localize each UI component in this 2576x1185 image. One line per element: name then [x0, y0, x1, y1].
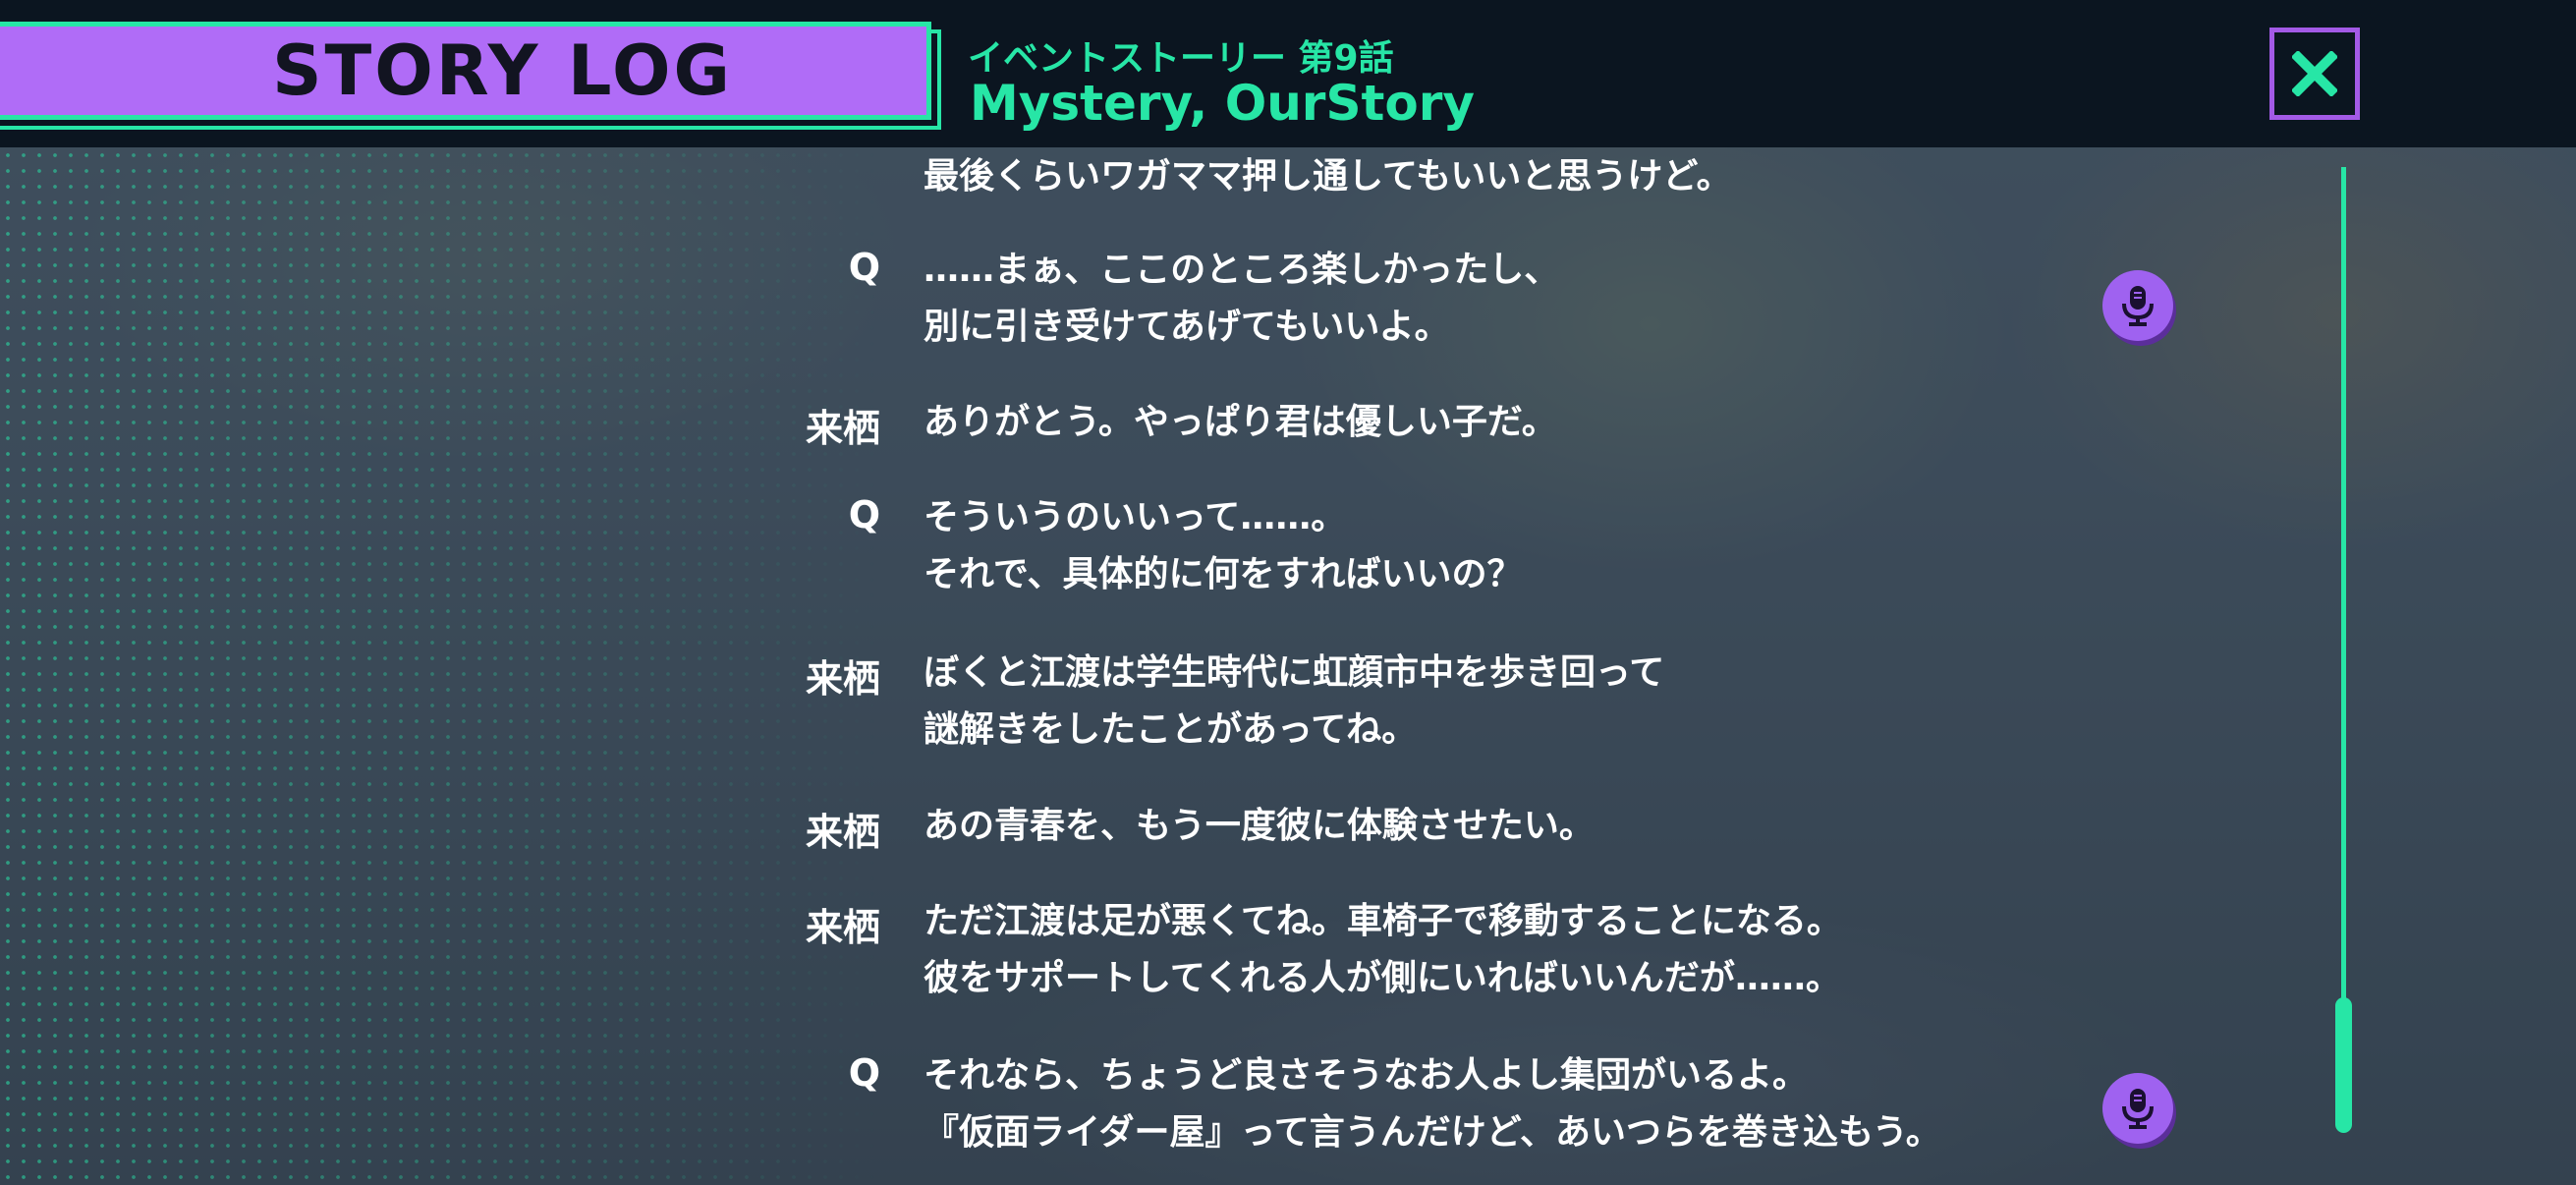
microphone-icon: [2122, 1089, 2154, 1129]
speaker-name: Q: [766, 1051, 885, 1095]
speaker-name: 来栖: [766, 398, 885, 452]
log-entry: Q ……まぁ、ここのところ楽しかったし、 別に引き受けてあげてもいいよ。: [0, 246, 2358, 347]
dialogue-text: ぼくと江渡は学生時代に虹顔市中を歩き回って 謎解きをしたことがあってね。: [924, 652, 1665, 750]
log-entry: 来栖 ありがとう。やっぱり君は優しい子だ。: [0, 398, 2358, 496]
dialogue-text: そういうのいいって……。 それで、具体的に何をすればいいの？: [924, 497, 1523, 594]
episode-title: Mystery, OurStory: [970, 75, 1475, 132]
episode-label: イベントストーリー 第9話: [968, 38, 1394, 79]
log-entry: 最後くらいワガママ押し通してもいいと思うけど。: [0, 152, 2358, 251]
header-bar: STORY LOG イベントストーリー 第9話 Mystery, OurStor…: [0, 0, 2576, 147]
log-entry: Q それなら、ちょうど良さそうなお人よし集団がいるよ。 『仮面ライダー屋』って言…: [0, 1051, 2358, 1153]
title-plate: STORY LOG: [0, 22, 931, 120]
log-entry: 来栖 ぼくと江渡は学生時代に虹顔市中を歩き回って 謎解きをしたことがあってね。: [0, 649, 2358, 750]
dialogue-text: ありがとう。やっぱり君は優しい子だ。: [924, 402, 1557, 442]
log-entry: 来栖 あの青春を、もう一度彼に体験させたい。: [0, 802, 2358, 900]
dialogue-text: ただ江渡は足が悪くてね。車椅子で移動することになる。 彼をサポートしてくれる人が…: [924, 901, 1842, 998]
close-icon: [2292, 51, 2337, 96]
scrollbar-track[interactable]: [2341, 167, 2346, 1130]
speaker-name: 来栖: [766, 897, 885, 951]
speaker-name: Q: [766, 246, 885, 289]
log-entry: Q そういうのいいって……。 それで、具体的に何をすればいいの？: [0, 493, 2358, 594]
speaker-name: Q: [766, 493, 885, 536]
voice-play-button[interactable]: [2102, 1073, 2173, 1144]
microphone-icon: [2122, 286, 2154, 326]
log-entry: 来栖 ただ江渡は足が悪くてね。車椅子で移動することになる。 彼をサポートしてくれ…: [0, 897, 2358, 998]
dialogue-text: あの青春を、もう一度彼に体験させたい。: [924, 806, 1595, 846]
close-button[interactable]: [2269, 28, 2360, 120]
dialogue-text: 最後くらいワガママ押し通してもいいと思うけど。: [924, 156, 1732, 197]
dialogue-text: それなら、ちょうど良さそうなお人よし集団がいるよ。 『仮面ライダー屋』って言うん…: [924, 1055, 1941, 1153]
voice-play-button[interactable]: [2102, 270, 2173, 341]
story-log-list[interactable]: 最後くらいワガママ押し通してもいいと思うけど。 Q ……まぁ、ここのところ楽しか…: [0, 147, 2576, 1185]
speaker-name: 来栖: [766, 649, 885, 703]
scrollbar-thumb[interactable]: [2335, 997, 2352, 1133]
speaker-name: 来栖: [766, 802, 885, 856]
page-title: STORY LOG: [272, 30, 733, 111]
dialogue-text: ……まぁ、ここのところ楽しかったし、 別に引き受けてあげてもいいよ。: [924, 250, 1560, 347]
